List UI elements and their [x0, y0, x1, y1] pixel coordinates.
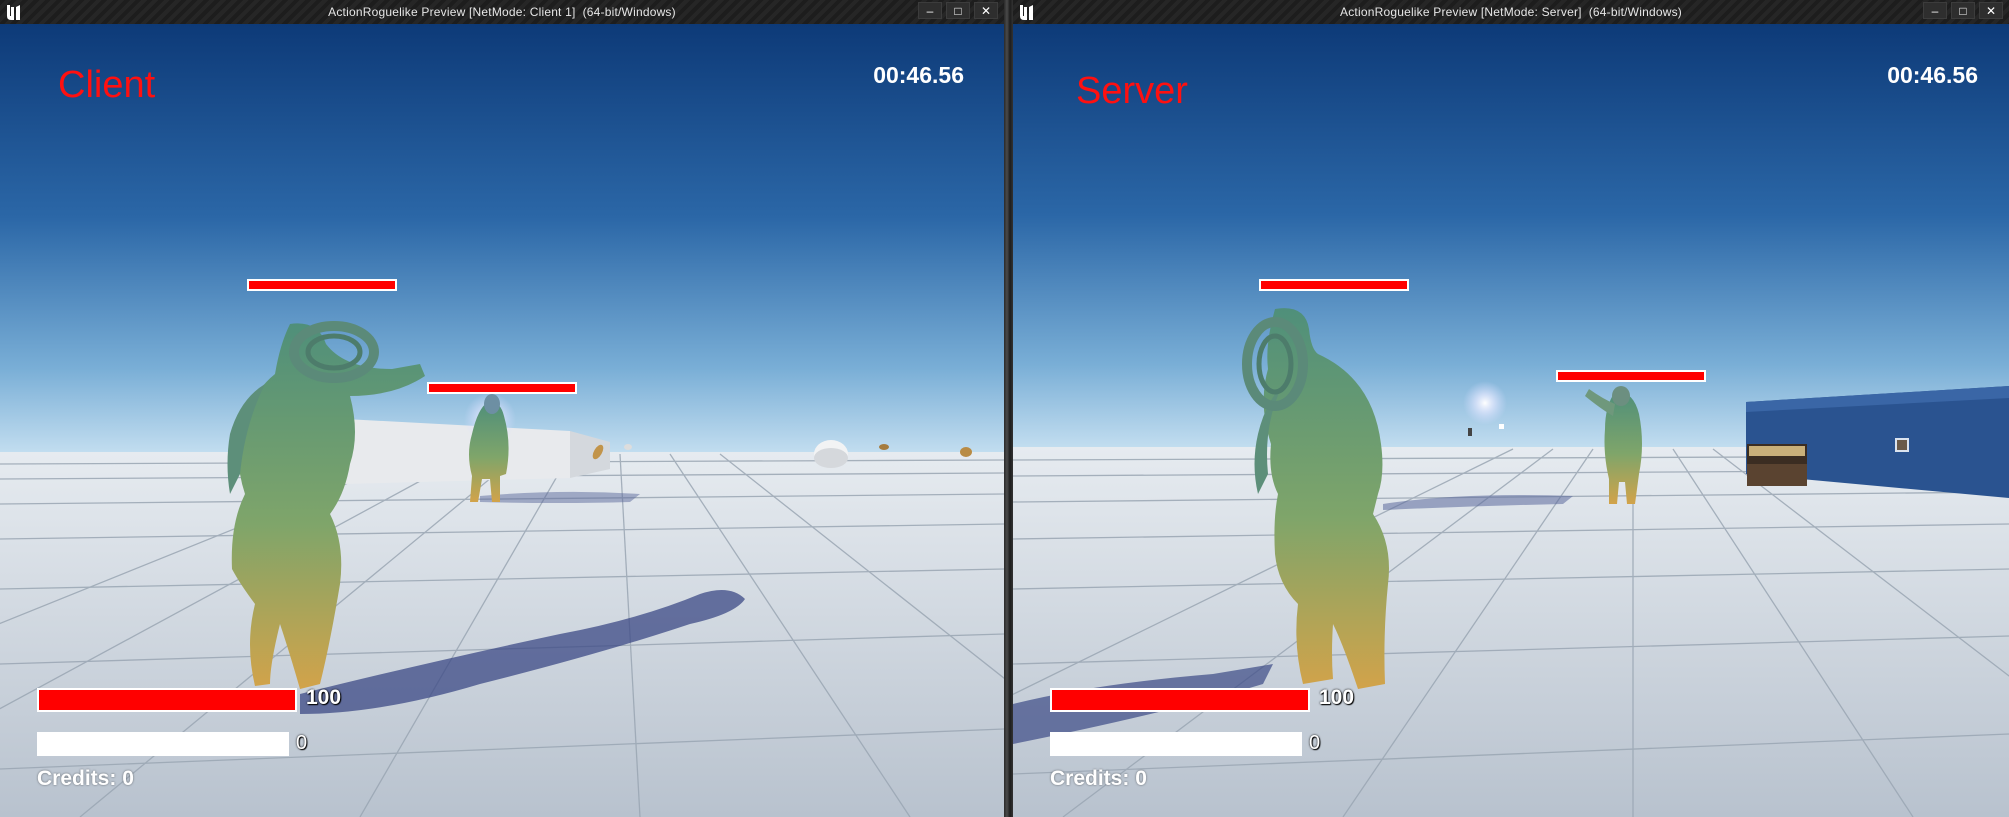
player-rage-value: 0: [296, 732, 308, 754]
credits-value: 0: [122, 767, 134, 790]
net-mode-label: Client: [58, 64, 156, 106]
match-timer: 00:46.56: [1887, 62, 1978, 88]
minion-health-bar: [247, 279, 397, 291]
maximize-button[interactable]: □: [1951, 2, 1975, 19]
close-button[interactable]: ✕: [1979, 2, 2003, 19]
client-window: ActionRoguelike Preview [NetMode: Client…: [0, 0, 1004, 817]
player-health-value: 100: [306, 686, 342, 709]
credits-label: Credits:: [37, 767, 117, 790]
client-game-viewport[interactable]: Client 00:46.56 100 0 Credits: 0: [0, 24, 1004, 817]
close-button[interactable]: ✕: [974, 2, 998, 19]
player-rage-value: 0: [1309, 732, 1321, 754]
minimize-button[interactable]: –: [1923, 2, 1947, 19]
server-window: ActionRoguelike Preview [NetMode: Server…: [1013, 0, 2009, 817]
client-titlebar[interactable]: ActionRoguelike Preview [NetMode: Client…: [0, 0, 1004, 25]
window-title: ActionRoguelike Preview [NetMode: Server…: [1340, 5, 1682, 19]
net-mode-label: Server: [1076, 70, 1188, 112]
minion-health-bar: [1556, 370, 1706, 382]
player-health-value: 100: [1319, 686, 1355, 709]
credits-display: Credits: 0: [1050, 767, 1147, 791]
credits-display: Credits: 0: [37, 767, 134, 791]
server-titlebar[interactable]: ActionRoguelike Preview [NetMode: Server…: [1013, 0, 2009, 25]
credits-value: 0: [1135, 767, 1147, 790]
match-timer: 00:46.56: [873, 62, 964, 88]
player-health-bar: [37, 688, 297, 712]
player-rage-bar: [1050, 732, 1302, 756]
minion-health-bar: [1259, 279, 1409, 291]
credits-label: Credits:: [1050, 767, 1130, 790]
window-divider: [1004, 0, 1013, 817]
server-game-viewport[interactable]: Server 00:46.56 100 0 Credits: 0: [1013, 24, 2009, 817]
minimize-button[interactable]: –: [918, 2, 942, 19]
player-health-bar: [1050, 688, 1310, 712]
window-title: ActionRoguelike Preview [NetMode: Client…: [328, 5, 676, 19]
minion-health-bar: [427, 382, 577, 394]
player-rage-bar: [37, 732, 289, 756]
maximize-button[interactable]: □: [946, 2, 970, 19]
